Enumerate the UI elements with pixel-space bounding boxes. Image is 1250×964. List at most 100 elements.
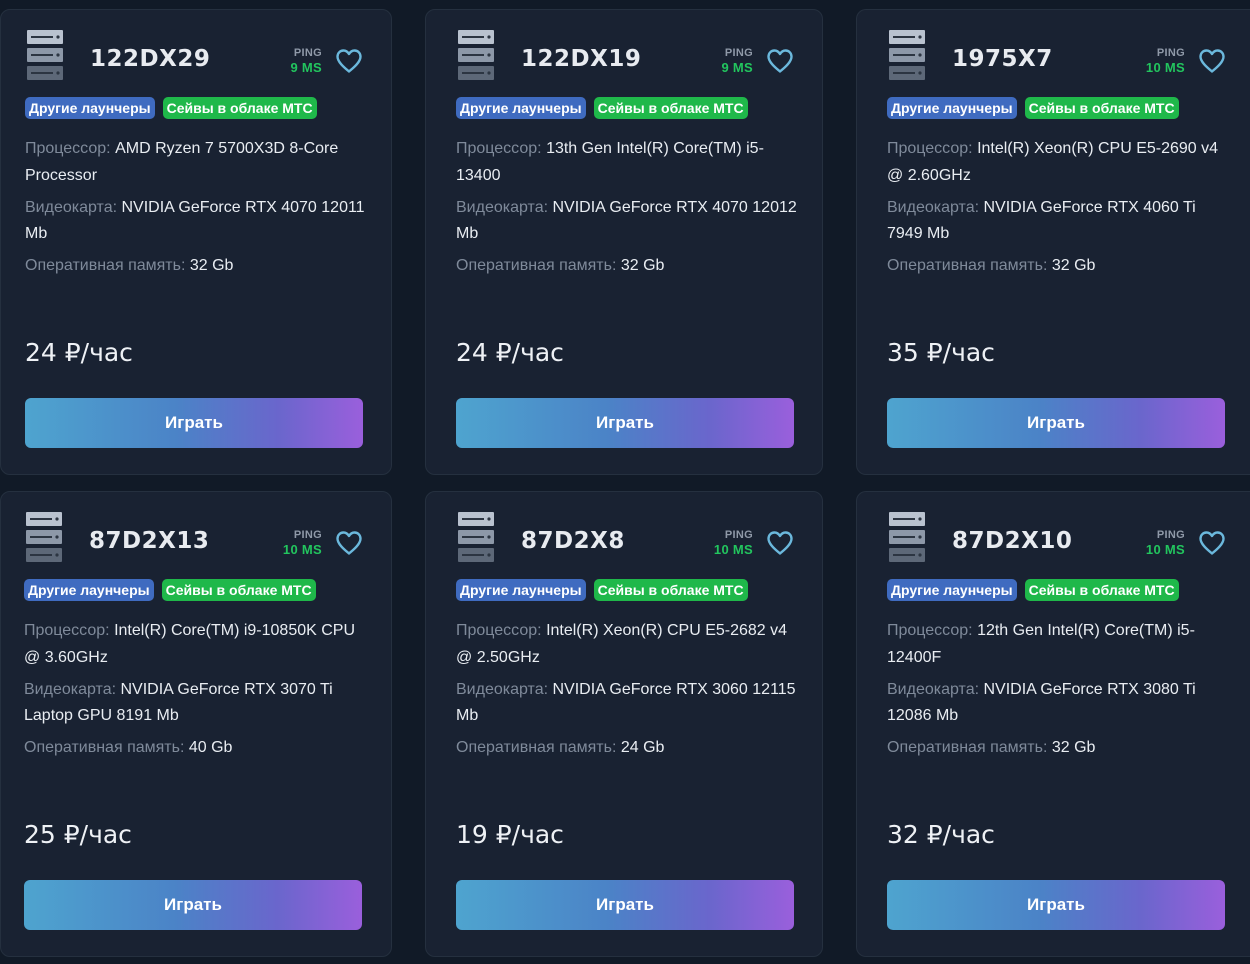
- card-header: 122DX19 PING 9 MS: [456, 28, 794, 86]
- card-header: 87D2X10 PING 10 MS: [887, 510, 1226, 568]
- heart-icon[interactable]: [335, 530, 363, 556]
- ping-indicator: PING 9 MS: [721, 48, 753, 75]
- heart-icon[interactable]: [1198, 530, 1226, 556]
- heart-icon[interactable]: [766, 530, 794, 556]
- server-rack-icon: [26, 512, 62, 562]
- price: 25 ₽/час: [24, 820, 132, 849]
- ping-value: 9 MS: [290, 60, 322, 75]
- spec-cpu-label: Процессор:: [887, 140, 973, 157]
- play-button[interactable]: Играть: [887, 398, 1225, 448]
- card-header: 87D2X13 PING 10 MS: [24, 510, 363, 568]
- server-name: 1975X7: [952, 46, 1053, 72]
- spec-cpu-label: Процессор:: [456, 622, 542, 639]
- server-rack-icon: [27, 30, 63, 80]
- spec-ram-label: Оперативная память:: [887, 257, 1048, 274]
- spec-list: Процессор: Intel(R) Xeon(R) CPU E5-2682 …: [456, 618, 801, 767]
- play-button[interactable]: Играть: [25, 398, 363, 448]
- spec-cpu: Процессор: 13th Gen Intel(R) Core(TM) i5…: [456, 136, 801, 189]
- price: 35 ₽/час: [887, 338, 995, 367]
- tag-cloud-saves: Сейвы в облаке МТС: [593, 97, 748, 119]
- spec-gpu: Видеокарта: NVIDIA GeForce RTX 4070 1201…: [25, 195, 370, 248]
- server-rack-icon: [889, 30, 925, 80]
- spec-ram-label: Оперативная память:: [456, 739, 617, 756]
- tag-cloud-saves: Сейвы в облаке МТС: [161, 579, 316, 601]
- spec-list: Процессор: AMD Ryzen 7 5700X3D 8-Core Pr…: [25, 136, 370, 285]
- spec-gpu-label: Видеокарта:: [887, 680, 980, 698]
- spec-ram: Оперативная память: 32 Gb: [887, 253, 1232, 280]
- spec-ram: Оперативная память: 32 Gb: [25, 253, 370, 280]
- spec-gpu-label: Видеокарта:: [24, 680, 117, 698]
- spec-ram-value: 32 Gb: [189, 257, 234, 274]
- ping-value: 10 MS: [713, 542, 753, 557]
- tag-other-launchers: Другие лаунчеры: [24, 579, 154, 601]
- tag-list: Другие лаунчеры Сейвы в облаке МТС: [887, 97, 1179, 119]
- tag-other-launchers: Другие лаунчеры: [25, 97, 155, 119]
- server-rack-icon: [458, 30, 494, 80]
- spec-gpu: Видеокарта: NVIDIA GeForce RTX 3080 Ti 1…: [887, 677, 1232, 730]
- heart-icon[interactable]: [766, 48, 794, 74]
- spec-gpu: Видеокарта: NVIDIA GeForce RTX 4060 Ti 7…: [887, 195, 1232, 248]
- spec-cpu-label: Процессор:: [24, 622, 110, 639]
- spec-list: Процессор: 12th Gen Intel(R) Core(TM) i5…: [887, 618, 1232, 767]
- spec-list: Процессор: Intel(R) Xeon(R) CPU E5-2690 …: [887, 136, 1232, 285]
- server-card: 87D2X8 PING 10 MS Другие лаунчеры Сейвы …: [425, 491, 823, 957]
- ping-value: 9 MS: [721, 60, 753, 75]
- server-card: 87D2X13 PING 10 MS Другие лаунчеры Сейвы…: [0, 491, 392, 957]
- tag-list: Другие лаунчеры Сейвы в облаке МТС: [25, 97, 317, 119]
- server-grid: 122DX29 PING 9 MS Другие лаунчеры Сейвы …: [0, 0, 1250, 964]
- spec-cpu-label: Процессор:: [887, 622, 973, 639]
- ping-indicator: PING 9 MS: [290, 48, 322, 75]
- tag-other-launchers: Другие лаунчеры: [456, 579, 586, 601]
- server-name: 122DX29: [90, 46, 211, 72]
- spec-gpu-label: Видеокарта:: [25, 198, 118, 216]
- tag-cloud-saves: Сейвы в облаке МТС: [1024, 579, 1179, 601]
- price: 19 ₽/час: [456, 820, 564, 849]
- server-name: 87D2X10: [952, 528, 1073, 554]
- spec-cpu: Процессор: AMD Ryzen 7 5700X3D 8-Core Pr…: [25, 136, 370, 189]
- spec-ram-value: 32 Gb: [1051, 257, 1096, 274]
- spec-cpu-label: Процессор:: [456, 140, 542, 157]
- price: 32 ₽/час: [887, 820, 995, 849]
- spec-list: Процессор: 13th Gen Intel(R) Core(TM) i5…: [456, 136, 801, 285]
- ping-indicator: PING 10 MS: [1145, 47, 1185, 75]
- server-name: 122DX19: [521, 46, 642, 72]
- spec-ram: Оперативная память: 40 Gb: [24, 735, 369, 762]
- heart-icon[interactable]: [335, 48, 363, 74]
- card-header: 1975X7 PING 10 MS: [887, 28, 1226, 86]
- spec-ram-label: Оперативная память:: [887, 739, 1048, 756]
- server-name: 87D2X13: [89, 528, 210, 554]
- play-button[interactable]: Играть: [456, 880, 794, 930]
- play-button[interactable]: Играть: [24, 880, 362, 930]
- spec-gpu: Видеокарта: NVIDIA GeForce RTX 4070 1201…: [456, 195, 801, 248]
- spec-cpu: Процессор: 12th Gen Intel(R) Core(TM) i5…: [887, 618, 1232, 671]
- spec-ram-label: Оперативная память:: [456, 257, 617, 274]
- spec-ram-label: Оперативная память:: [25, 257, 186, 274]
- ping-value: 10 MS: [1145, 60, 1185, 75]
- spec-ram-value: 32 Gb: [1051, 739, 1096, 756]
- tag-cloud-saves: Сейвы в облаке МТС: [1024, 97, 1179, 119]
- tag-list: Другие лаунчеры Сейвы в облаке МТС: [456, 579, 748, 601]
- play-button[interactable]: Играть: [456, 398, 794, 448]
- spec-ram: Оперативная память: 24 Gb: [456, 735, 801, 762]
- tag-other-launchers: Другие лаунчеры: [456, 97, 586, 119]
- server-card: 1975X7 PING 10 MS Другие лаунчеры Сейвы …: [856, 9, 1250, 475]
- spec-ram-value: 40 Gb: [188, 739, 233, 756]
- price: 24 ₽/час: [456, 338, 564, 367]
- tag-list: Другие лаунчеры Сейвы в облаке МТС: [887, 579, 1179, 601]
- card-header: 122DX29 PING 9 MS: [25, 28, 363, 86]
- ping-label: PING: [1156, 47, 1185, 59]
- heart-icon[interactable]: [1198, 48, 1226, 74]
- spec-ram-value: 24 Gb: [620, 739, 665, 756]
- spec-list: Процессор: Intel(R) Core(TM) i9-10850K C…: [24, 618, 369, 767]
- spec-cpu-label: Процессор:: [25, 140, 111, 157]
- spec-gpu: Видеокарта: NVIDIA GeForce RTX 3060 1211…: [456, 677, 801, 730]
- server-card: 87D2X10 PING 10 MS Другие лаунчеры Сейвы…: [856, 491, 1250, 957]
- play-button[interactable]: Играть: [887, 880, 1225, 930]
- tag-list: Другие лаунчеры Сейвы в облаке МТС: [456, 97, 748, 119]
- ping-value: 10 MS: [282, 542, 322, 557]
- ping-label: PING: [724, 529, 753, 541]
- ping-indicator: PING 10 MS: [713, 529, 753, 557]
- spec-cpu: Процессор: Intel(R) Core(TM) i9-10850K C…: [24, 618, 369, 671]
- card-header: 87D2X8 PING 10 MS: [456, 510, 794, 568]
- tag-cloud-saves: Сейвы в облаке МТС: [593, 579, 748, 601]
